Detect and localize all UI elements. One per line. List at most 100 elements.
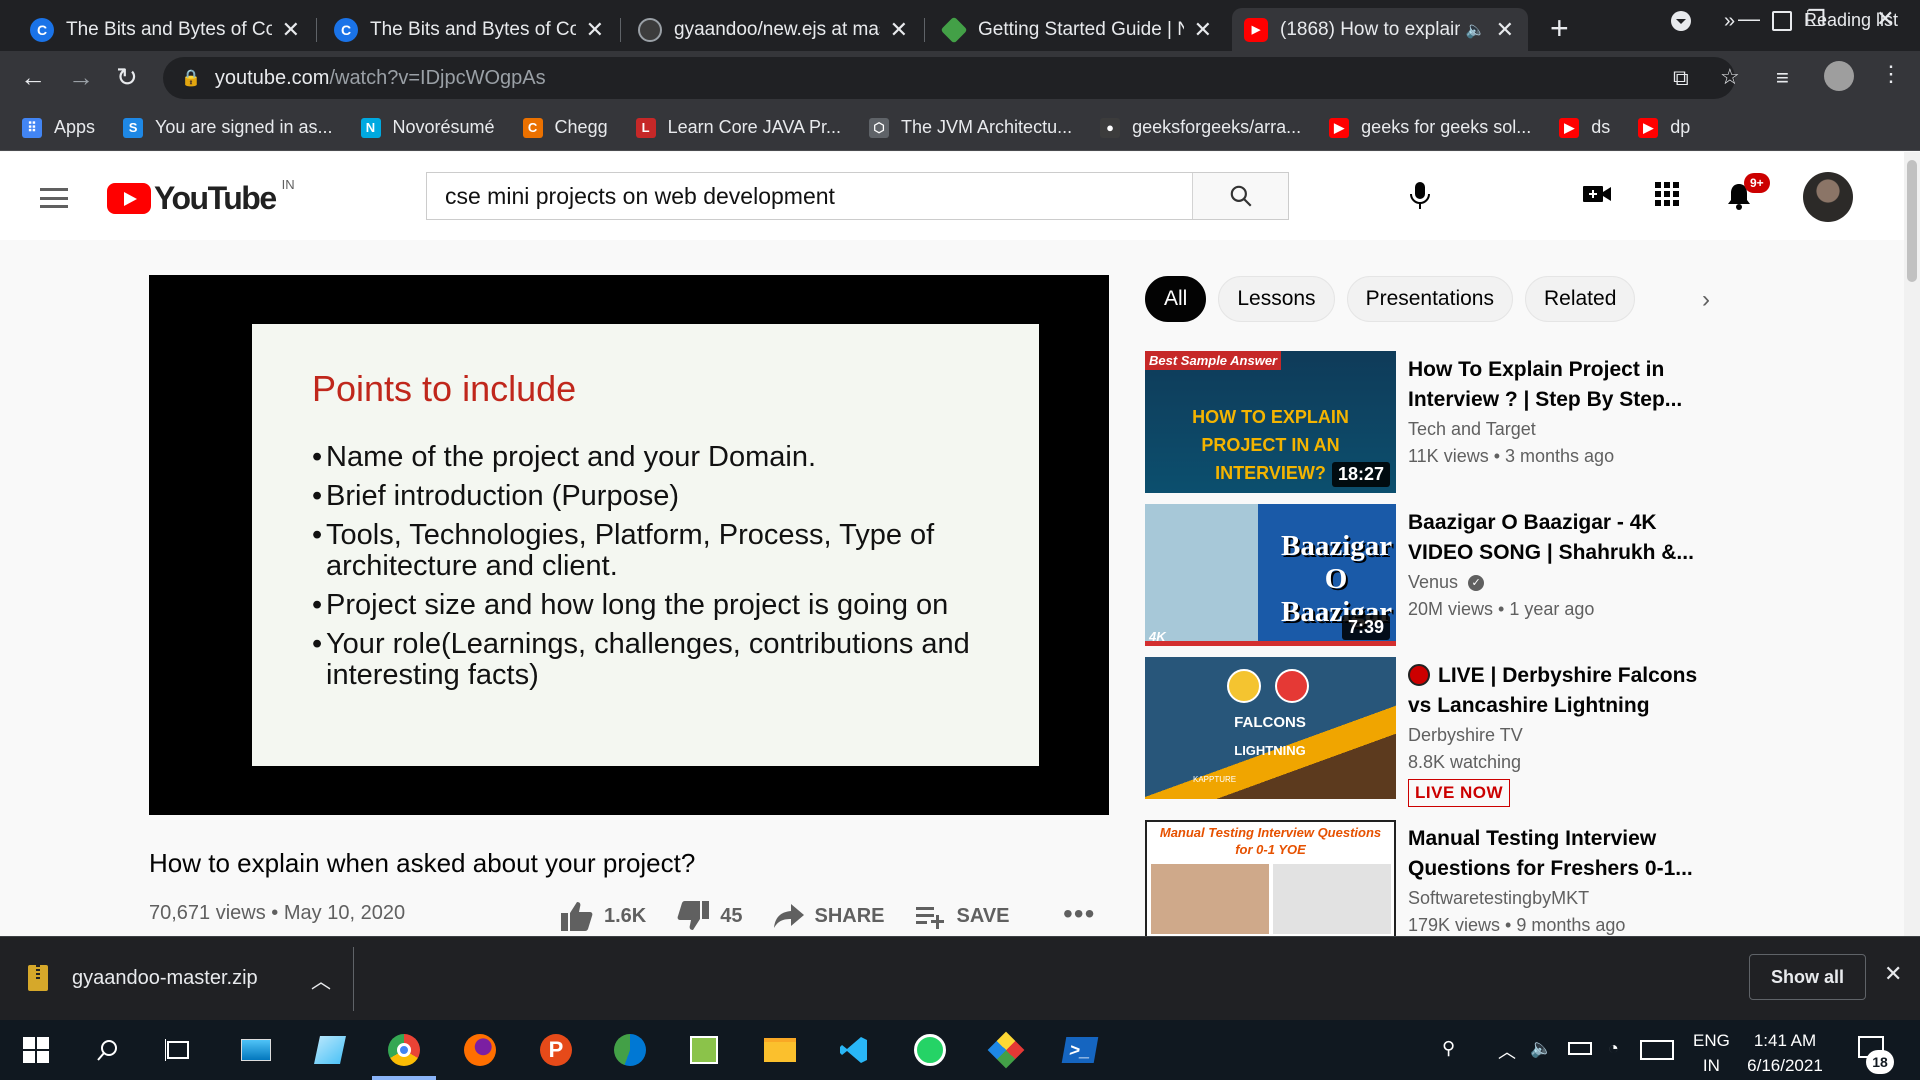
show-hidden-icons-caret[interactable]: ︿ xyxy=(1498,1038,1516,1064)
video-player[interactable]: Points to include Name of the project an… xyxy=(149,275,1109,815)
guide-menu-icon[interactable] xyxy=(40,188,68,208)
recommended-video[interactable]: Best Sample Answer HOW TO EXPLAIN PROJEC… xyxy=(1145,351,1865,493)
video-thumbnail[interactable]: FALCONS LIGHTNING KAPPTURE xyxy=(1145,657,1396,799)
powershell-app-icon[interactable]: >_ xyxy=(1061,1032,1099,1068)
close-tab-icon[interactable]: ✕ xyxy=(1194,17,1212,43)
video-thumbnail[interactable]: Baazigar O Baazigar 4K 7:39 xyxy=(1145,504,1396,646)
search-icon[interactable] xyxy=(90,1032,126,1068)
dislike-button[interactable]: 45 xyxy=(676,900,743,932)
bookmark-item[interactable]: N Novorésumé xyxy=(360,117,495,138)
channel-name[interactable]: Tech and Target xyxy=(1408,419,1536,440)
recommended-video[interactable]: FALCONS LIGHTNING KAPPTURE LIVE | Derbys… xyxy=(1145,657,1865,807)
edge-app-icon[interactable] xyxy=(612,1032,648,1068)
speaker-icon[interactable]: 🔈 xyxy=(1466,20,1486,40)
recommended-video[interactable]: Manual Testing Interview Questions for 0… xyxy=(1145,820,1865,936)
people-icon[interactable]: ⚲ xyxy=(1442,1038,1455,1059)
bookmark-item[interactable]: S You are signed in as... xyxy=(123,117,333,138)
chrome-menu-icon[interactable]: ⋮ xyxy=(1880,61,1902,87)
back-icon[interactable]: ← xyxy=(20,62,46,93)
bookmark-item[interactable]: ▶ ds xyxy=(1559,117,1610,138)
battery-icon[interactable] xyxy=(1568,1042,1592,1055)
notepad-app-icon[interactable] xyxy=(312,1032,348,1068)
video-thumbnail[interactable]: Best Sample Answer HOW TO EXPLAIN PROJEC… xyxy=(1145,351,1396,493)
page-scrollbar[interactable] xyxy=(1904,152,1920,936)
task-view-icon[interactable] xyxy=(160,1032,196,1068)
reading-list-button[interactable]: Reading list xyxy=(1772,10,1898,31)
close-tab-icon[interactable]: ✕ xyxy=(586,17,604,43)
download-item[interactable]: gyaandoo-master.zip xyxy=(28,965,258,991)
recommended-title[interactable]: LIVE | Derbyshire Falcons vs Lancashire … xyxy=(1408,661,1708,721)
close-shelf-icon[interactable]: ✕ xyxy=(1884,961,1902,987)
browser-tab-1[interactable]: C The Bits and Bytes of Com ✕ xyxy=(18,8,314,51)
search-button[interactable] xyxy=(1192,173,1288,219)
recommended-title[interactable]: Manual Testing Interview Questions for F… xyxy=(1408,824,1708,884)
create-video-icon[interactable] xyxy=(1582,182,1612,211)
save-button[interactable]: SAVE xyxy=(915,903,1010,929)
reload-icon[interactable]: ↻ xyxy=(116,62,138,93)
show-all-downloads-button[interactable]: Show all xyxy=(1749,954,1866,1000)
search-input[interactable]: cse mini projects on web development xyxy=(427,173,1192,219)
video-thumbnail[interactable]: Manual Testing Interview Questions for 0… xyxy=(1145,820,1396,936)
whatsapp-app-icon[interactable] xyxy=(912,1032,948,1068)
more-actions-icon[interactable]: ••• xyxy=(1063,898,1095,930)
youtube-logo[interactable]: YouTube IN xyxy=(107,177,295,217)
like-button[interactable]: 1.6K xyxy=(560,900,646,932)
account-avatar[interactable] xyxy=(1803,172,1853,222)
system-clock[interactable]: 1:41 AM 6/16/2021 xyxy=(1740,1028,1830,1078)
profile-avatar-icon[interactable] xyxy=(1824,61,1854,91)
browser-tab-2[interactable]: C The Bits and Bytes of Com ✕ xyxy=(322,8,618,51)
chips-next-icon[interactable]: › xyxy=(1702,286,1710,314)
recommended-title[interactable]: Baazigar O Baazigar - 4K VIDEO SONG | Sh… xyxy=(1408,508,1708,568)
git-app-icon[interactable] xyxy=(987,1031,1025,1069)
address-bar[interactable]: 🔒 youtube.com/watch?v=IDjpcWOgpAs ⧉ ☆ xyxy=(163,57,1740,99)
browser-tab-3[interactable]: gyaandoo/new.ejs at mast ✕ xyxy=(626,8,922,51)
chrome-app-icon[interactable] xyxy=(386,1032,422,1068)
share-button[interactable]: SHARE xyxy=(773,903,885,929)
volume-icon[interactable]: 🔈 xyxy=(1530,1038,1552,1059)
wifi-icon[interactable]: ◔ xyxy=(1608,1038,1619,1059)
bookmark-item[interactable]: C Chegg xyxy=(522,117,608,138)
chip-lessons[interactable]: Lessons xyxy=(1218,276,1335,322)
close-tab-icon[interactable]: ✕ xyxy=(890,17,908,43)
media-control-icon[interactable]: ≡ xyxy=(1776,65,1789,91)
apps-grid-icon[interactable] xyxy=(1655,182,1679,211)
bookmark-item[interactable]: L Learn Core JAVA Pr... xyxy=(635,117,841,138)
minimize-icon[interactable]: — xyxy=(1738,6,1760,32)
tab-search-icon[interactable] xyxy=(1670,10,1692,38)
recommended-title[interactable]: How To Explain Project in Interview ? | … xyxy=(1408,355,1708,415)
scrollbar-thumb[interactable] xyxy=(1907,160,1917,282)
voice-search-icon[interactable] xyxy=(1408,180,1432,217)
file-explorer-icon[interactable] xyxy=(762,1032,798,1068)
recommended-video[interactable]: Baazigar O Baazigar 4K 7:39 Baazigar O B… xyxy=(1145,504,1865,646)
forward-icon[interactable]: → xyxy=(68,62,94,93)
touch-keyboard-icon[interactable] xyxy=(1640,1040,1674,1060)
lock-icon[interactable]: 🔒 xyxy=(181,68,201,88)
browser-tab-5-active[interactable]: ▶ (1868) How to explain 🔈 ✕ xyxy=(1232,8,1528,51)
chip-presentations[interactable]: Presentations xyxy=(1346,276,1513,322)
new-tab-button[interactable]: + xyxy=(1550,10,1569,47)
download-options-caret-icon[interactable]: ︿ xyxy=(311,965,331,994)
bookmark-item[interactable]: ⬡ The JVM Architectu... xyxy=(869,117,1072,138)
bookmark-star-icon[interactable]: ☆ xyxy=(1720,64,1740,90)
channel-name[interactable]: Venus ✓ xyxy=(1408,572,1485,593)
this-pc-icon[interactable] xyxy=(238,1032,274,1068)
channel-name[interactable]: Derbyshire TV xyxy=(1408,725,1523,746)
close-tab-icon[interactable]: ✕ xyxy=(282,17,300,43)
channel-name[interactable]: SoftwaretestingbyMKT xyxy=(1408,888,1589,909)
open-in-app-icon[interactable]: ⧉ xyxy=(1673,65,1689,91)
more-bookmarks-icon[interactable]: » xyxy=(1724,10,1735,33)
bookmark-item[interactable]: ▶ geeks for geeks sol... xyxy=(1329,117,1531,138)
input-language[interactable]: ENG IN xyxy=(1693,1028,1730,1078)
postman-app-icon[interactable]: P xyxy=(538,1032,574,1068)
close-tab-icon[interactable]: ✕ xyxy=(1496,17,1514,43)
snipping-tool-icon[interactable] xyxy=(686,1032,722,1068)
chip-related[interactable]: Related xyxy=(1524,276,1636,322)
browser-tab-4[interactable]: Getting Started Guide | N ✕ xyxy=(930,8,1226,51)
bookmark-item[interactable]: ⠿ Apps xyxy=(22,117,95,138)
chip-all[interactable]: All xyxy=(1145,276,1207,322)
vscode-app-icon[interactable] xyxy=(836,1032,872,1068)
windows-start-icon[interactable] xyxy=(18,1032,54,1068)
bookmark-item[interactable]: ● geeksforgeeks/arra... xyxy=(1100,117,1301,138)
bookmark-item[interactable]: ▶ dp xyxy=(1638,117,1690,138)
firefox-app-icon[interactable] xyxy=(462,1032,498,1068)
